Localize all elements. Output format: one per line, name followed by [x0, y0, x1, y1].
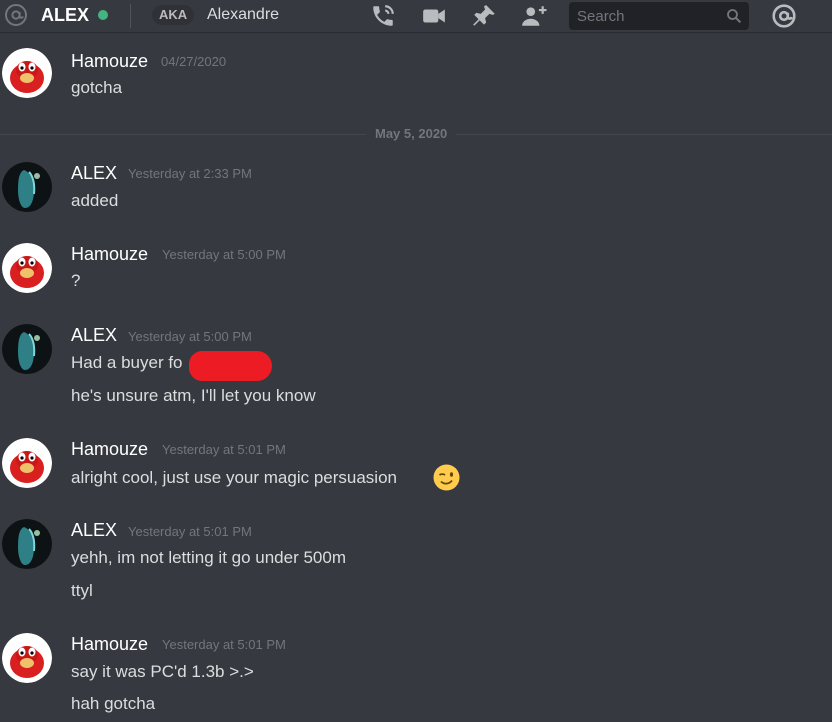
- message-text: ttyl: [71, 581, 93, 600]
- call-icon[interactable]: [370, 3, 396, 29]
- message-timestamp: Yesterday at 5:00 PM: [162, 247, 286, 262]
- message-text: ?: [71, 271, 81, 290]
- message-author[interactable]: ALEX: [71, 325, 117, 346]
- search-input[interactable]: [569, 2, 719, 30]
- redaction-mark: [189, 351, 272, 381]
- add-friend-icon[interactable]: [521, 3, 547, 29]
- winking-face-emoji-icon: [433, 464, 460, 491]
- message-author[interactable]: Hamouze: [71, 634, 148, 655]
- message-text: Had a buyer fo: [71, 353, 183, 372]
- search-box[interactable]: [569, 2, 749, 30]
- mentions-icon[interactable]: [771, 3, 797, 29]
- at-icon: [5, 4, 27, 26]
- message-author[interactable]: ALEX: [71, 520, 117, 541]
- channel-name: ALEX: [41, 5, 90, 25]
- avatar-alex[interactable]: [2, 162, 52, 212]
- message-timestamp: Yesterday at 2:33 PM: [128, 166, 252, 181]
- message-text: yehh, im not letting it go under 500m: [71, 548, 346, 567]
- date-divider-label: May 5, 2020: [366, 126, 457, 141]
- avatar-hamouze[interactable]: [2, 243, 52, 293]
- search-icon: [727, 9, 742, 24]
- message-timestamp: Yesterday at 5:01 PM: [162, 637, 286, 652]
- message-author[interactable]: Hamouze: [71, 51, 148, 72]
- message-timestamp: 04/27/2020: [161, 54, 227, 69]
- message-text: say it was PC'd 1.3b >.>: [71, 662, 254, 681]
- message-author[interactable]: Hamouze: [71, 244, 148, 265]
- message-text: alright cool, just use your magic persua…: [71, 468, 397, 487]
- avatar-alex[interactable]: [2, 519, 52, 569]
- aka-name: Alexandre: [207, 6, 280, 23]
- message-text: hah gotcha: [71, 694, 156, 713]
- header-divider: [130, 4, 131, 28]
- avatar-hamouze[interactable]: [2, 633, 52, 683]
- message-timestamp: Yesterday at 5:00 PM: [128, 329, 252, 344]
- message-text: he's unsure atm, I'll let you know: [71, 386, 316, 405]
- online-status-indicator: [98, 10, 108, 20]
- avatar-hamouze[interactable]: [2, 438, 52, 488]
- video-call-icon[interactable]: [421, 3, 447, 29]
- message-text: added: [71, 191, 119, 210]
- message-author[interactable]: ALEX: [71, 163, 117, 184]
- avatar-alex[interactable]: [2, 324, 52, 374]
- message-timestamp: Yesterday at 5:01 PM: [162, 442, 286, 457]
- pin-icon[interactable]: [471, 3, 497, 29]
- aka-badge: AKA: [152, 5, 195, 25]
- message-timestamp: Yesterday at 5:01 PM: [128, 524, 252, 539]
- message-author[interactable]: Hamouze: [71, 439, 148, 460]
- channel-header: ALEX AKA Alexandre: [0, 0, 832, 32]
- avatar-hamouze[interactable]: [2, 48, 52, 98]
- message-text: gotcha: [71, 78, 123, 97]
